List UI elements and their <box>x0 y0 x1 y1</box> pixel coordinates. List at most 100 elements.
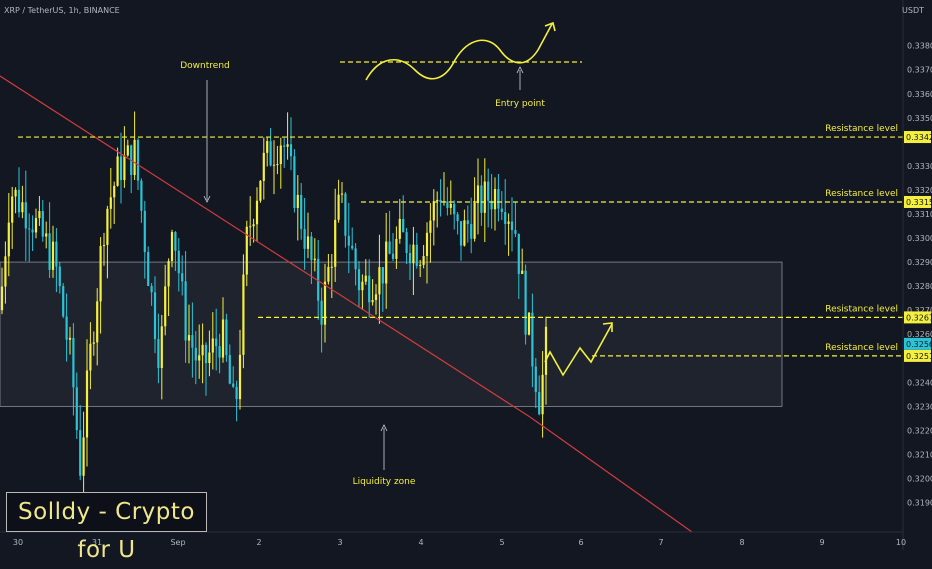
candle-body <box>313 258 316 261</box>
y-tick-label: 0.3200 <box>907 475 932 484</box>
candle-body <box>402 218 405 233</box>
candle-body <box>306 236 310 249</box>
y-tick-label: 0.3300 <box>907 234 932 243</box>
candle-body <box>357 269 361 291</box>
candle-body <box>300 194 303 229</box>
candle-body <box>269 141 272 166</box>
candle-body <box>147 251 150 286</box>
candle-body <box>242 274 245 355</box>
candle-body <box>354 248 357 270</box>
candle-body <box>38 211 41 219</box>
candle-body <box>531 312 534 367</box>
x-tick-label: 6 <box>578 538 583 547</box>
currency-label: USDT <box>902 6 924 15</box>
candle-body <box>0 286 4 311</box>
candle-body <box>140 180 143 211</box>
candle-body <box>283 145 286 147</box>
candle-body <box>276 164 279 166</box>
candle-body <box>405 232 408 254</box>
candle-body <box>504 212 507 224</box>
x-tick-label: 9 <box>819 538 824 547</box>
liquidity-zone-layer <box>0 261 783 407</box>
candle-body <box>368 275 371 303</box>
candle-body <box>89 343 92 371</box>
candle-body <box>238 354 242 400</box>
y-tick-label: 0.3240 <box>907 378 932 387</box>
candle-body <box>68 337 72 340</box>
y-tick-label: 0.3360 <box>907 90 932 99</box>
annotation-label: Downtrend <box>180 61 230 71</box>
candle-body <box>34 218 38 233</box>
candle-body <box>187 335 191 341</box>
candle-body <box>160 326 163 369</box>
candle-body <box>79 430 82 476</box>
price-chart[interactable]: Downtrend Entry point Liquidity zone Resist… <box>0 0 932 550</box>
candle-body <box>497 189 500 209</box>
candle-body <box>153 292 157 340</box>
y-tick-label: 0.3350 <box>907 114 932 123</box>
candle-body <box>408 253 412 264</box>
candle-body <box>371 300 374 303</box>
candle-body <box>361 281 364 291</box>
candle-body <box>272 164 276 166</box>
candle-body <box>459 221 463 246</box>
candle-body <box>150 285 153 293</box>
annotation-label: Resistance level <box>825 189 898 199</box>
x-tick-label: 5 <box>499 538 504 547</box>
candle-body <box>96 301 99 343</box>
candle-body <box>204 344 208 364</box>
y-tick-label: 0.3370 <box>907 66 932 75</box>
candle-body <box>198 355 201 361</box>
candle-body <box>500 208 503 213</box>
candle-body <box>92 342 95 344</box>
candle-body <box>174 232 177 251</box>
candle-body <box>102 244 106 247</box>
candle-body <box>296 194 299 208</box>
candle-body <box>429 220 432 233</box>
candle-body <box>55 241 58 267</box>
candle-body <box>45 233 48 237</box>
watermark: Solldy - Crypto for U <box>6 492 207 563</box>
candle-body <box>136 139 140 181</box>
x-tick-label: 3 <box>337 538 342 547</box>
x-tick-label: 2 <box>256 538 261 547</box>
candle-body <box>167 260 170 287</box>
candle-body <box>334 219 337 267</box>
candle-body <box>143 210 146 252</box>
candle-body <box>48 233 51 270</box>
candle-body <box>364 275 367 282</box>
candle-body <box>419 264 422 266</box>
candle-body <box>215 338 218 347</box>
candle-body <box>201 344 204 356</box>
liquidity-zone-box <box>0 261 783 407</box>
candle-body <box>517 233 520 274</box>
candle-body <box>449 203 452 208</box>
candle-body <box>266 141 269 153</box>
candle-body <box>116 156 119 186</box>
y-tick-label: 0.3310 <box>907 210 932 219</box>
annotation-label: Resistance level <box>825 304 898 314</box>
annotation-label: Entry point <box>495 99 545 109</box>
y-tick-label: 0.3210 <box>907 450 932 459</box>
candle-body <box>4 256 7 287</box>
y-tick-label: 0.3280 <box>907 282 932 291</box>
y-tick-label: 0.3190 <box>907 499 932 508</box>
candle-body <box>85 370 89 438</box>
price-label-value: 0.3267 <box>906 313 932 322</box>
candle-body <box>62 286 65 317</box>
candle-body <box>184 281 187 341</box>
candle-body <box>106 208 109 245</box>
candle-body <box>395 238 398 259</box>
candle-body <box>521 270 524 274</box>
candle-body <box>323 281 327 325</box>
candle-body <box>194 347 197 361</box>
price-label-value: 0.3251 <box>906 352 932 361</box>
candle-body <box>113 185 116 198</box>
candle-body <box>453 203 456 215</box>
candle-body <box>415 244 418 266</box>
candle-body <box>157 339 160 369</box>
candle-body <box>249 226 252 228</box>
candle-body <box>211 338 214 353</box>
candle-body <box>381 267 384 284</box>
candle-body <box>436 199 439 202</box>
